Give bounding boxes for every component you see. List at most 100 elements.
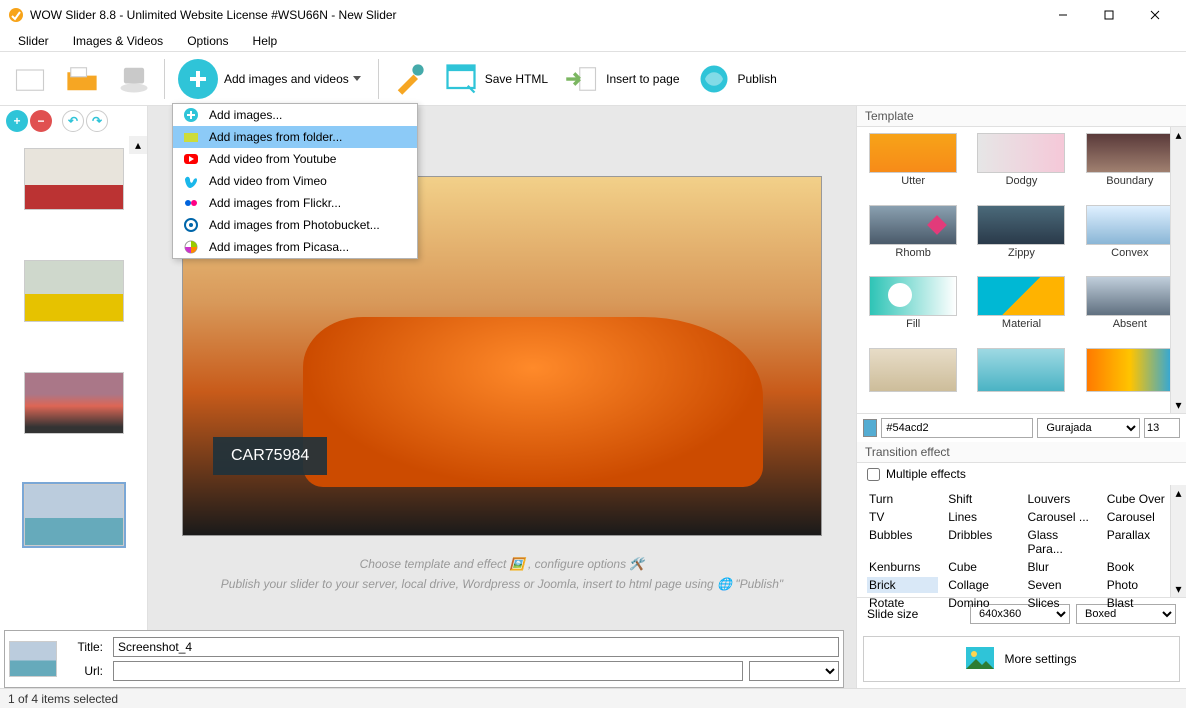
scroll-up-icon[interactable]: ▴ [1171,485,1186,501]
thumbnail-item[interactable] [24,148,124,210]
effect-item[interactable]: Louvers [1026,491,1097,507]
dd-add-flickr[interactable]: Add images from Flickr... [173,192,417,214]
new-slider-button[interactable] [6,56,54,102]
effect-item[interactable]: Photo [1105,577,1176,593]
effect-item[interactable]: Brick [867,577,938,593]
effects-list[interactable]: Turn Shift Louvers Cube Over TV Lines Carousel… [857,485,1186,617]
tools-button[interactable] [385,56,433,102]
dd-add-photobucket[interactable]: Add images from Photobucket... [173,214,417,236]
titlebar: WOW Slider 8.8 - Unlimited Website Licen… [0,0,1186,30]
color-swatch[interactable] [863,419,877,437]
dd-add-picasa[interactable]: Add images from Picasa... [173,236,417,258]
thumbnail-list[interactable]: ▴ ▾ [0,136,147,688]
effect-item[interactable]: Kenburns [867,559,938,575]
effect-item[interactable]: Slices [1026,595,1097,611]
effect-item[interactable]: Rotate [867,595,938,611]
insert-to-page-button[interactable]: Insert to page [558,56,685,102]
thumbnail-panel: + − ↶ ↷ ▴ ▾ [0,106,148,688]
toolbar-separator [164,59,165,99]
effect-item[interactable]: Carousel [1105,509,1176,525]
effect-item[interactable]: Domino [946,595,1017,611]
template-zippy[interactable]: Zippy [971,205,1071,273]
effect-item[interactable]: Shift [946,491,1017,507]
close-button[interactable] [1132,0,1178,30]
right-panel: Template Utter Dodgy Boundary Rhomb Zipp… [856,106,1186,688]
template-absent[interactable]: Absent [1080,276,1180,344]
dd-add-images[interactable]: Add images... [173,104,417,126]
effect-item[interactable]: Lines [946,509,1017,525]
color-hex-input[interactable] [881,418,1033,438]
title-input[interactable] [113,637,839,657]
template-boundary[interactable]: Boundary [1080,133,1180,201]
multiple-effects-checkbox[interactable] [867,468,880,481]
more-settings-button[interactable]: More settings [863,636,1180,682]
scroll-up-button[interactable]: ▴ [129,136,147,154]
tools-icon: 🛠️ [629,557,644,571]
add-images-videos-button[interactable]: Add images and videos Add images... Add … [171,56,372,102]
font-size-spinner[interactable] [1144,418,1180,438]
open-slider-button[interactable] [58,56,106,102]
add-images-dropdown: Add images... Add images from folder... … [172,103,418,259]
scroll-down-icon[interactable]: ▾ [1171,581,1186,597]
effect-item[interactable]: Dribbles [946,527,1017,557]
dd-add-images-folder[interactable]: Add images from folder... [173,126,417,148]
template-utter[interactable]: Utter [863,133,963,201]
effect-item[interactable]: Blur [1026,559,1097,575]
selected-thumb-preview [9,641,57,677]
effect-item[interactable]: Parallax [1105,527,1176,557]
title-label: Title: [67,640,107,654]
remove-thumb-button[interactable]: − [30,110,52,132]
globe-icon: 🌐 [717,577,732,591]
menu-slider[interactable]: Slider [6,32,61,50]
thumbnail-item[interactable] [24,372,124,434]
save-slider-button[interactable] [110,56,158,102]
template-scrollbar[interactable]: ▴ ▾ [1170,127,1186,413]
template-label: Boundary [1080,175,1180,187]
effect-item[interactable]: Bubbles [867,527,938,557]
add-thumb-button[interactable]: + [6,110,28,132]
publish-button[interactable]: Publish [690,56,783,102]
effects-scrollbar[interactable]: ▴ ▾ [1170,485,1186,597]
template-item[interactable] [971,348,1071,408]
scroll-down-icon[interactable]: ▾ [1171,397,1186,413]
url-input[interactable] [113,661,743,681]
save-html-button[interactable]: Save HTML [437,56,554,102]
template-material[interactable]: Material [971,276,1071,344]
chevron-down-icon[interactable] [353,76,361,81]
menu-help[interactable]: Help [241,32,290,50]
effect-item[interactable]: Glass Para... [1026,527,1097,557]
thumbnail-item-selected[interactable] [24,484,124,546]
template-dodgy[interactable]: Dodgy [971,133,1071,201]
template-item[interactable] [1080,348,1180,408]
transition-panel-title: Transition effect [857,442,1186,463]
effect-item[interactable]: Cube [946,559,1017,575]
effect-item[interactable]: Blast [1105,595,1176,611]
dd-add-youtube[interactable]: Add video from Youtube [173,148,417,170]
template-fill[interactable]: Fill [863,276,963,344]
template-convex[interactable]: Convex [1080,205,1180,273]
maximize-button[interactable] [1086,0,1132,30]
add-images-videos-label: Add images and videos [224,72,349,86]
template-panel-title: Template [857,106,1186,127]
thumbnail-item[interactable] [24,260,124,322]
rotate-left-button[interactable]: ↶ [62,110,84,132]
effect-item[interactable]: Turn [867,491,938,507]
dd-add-vimeo[interactable]: Add video from Vimeo [173,170,417,192]
effect-item[interactable]: TV [867,509,938,525]
minimize-button[interactable] [1040,0,1086,30]
rotate-right-button[interactable]: ↷ [86,110,108,132]
menu-options[interactable]: Options [175,32,240,50]
font-select[interactable]: Gurajada [1037,418,1140,438]
template-grid[interactable]: Utter Dodgy Boundary Rhomb Zippy Convex … [857,127,1186,413]
effect-item[interactable]: Cube Over [1105,491,1176,507]
url-target-select[interactable] [749,661,839,681]
dd-label: Add video from Youtube [209,152,336,166]
menu-images-videos[interactable]: Images & Videos [61,32,176,50]
template-rhomb[interactable]: Rhomb [863,205,963,273]
effect-item[interactable]: Carousel ... [1026,509,1097,525]
effect-item[interactable]: Collage [946,577,1017,593]
effect-item[interactable]: Book [1105,559,1176,575]
scroll-up-icon[interactable]: ▴ [1171,127,1186,143]
effect-item[interactable]: Seven [1026,577,1097,593]
template-item[interactable] [863,348,963,408]
